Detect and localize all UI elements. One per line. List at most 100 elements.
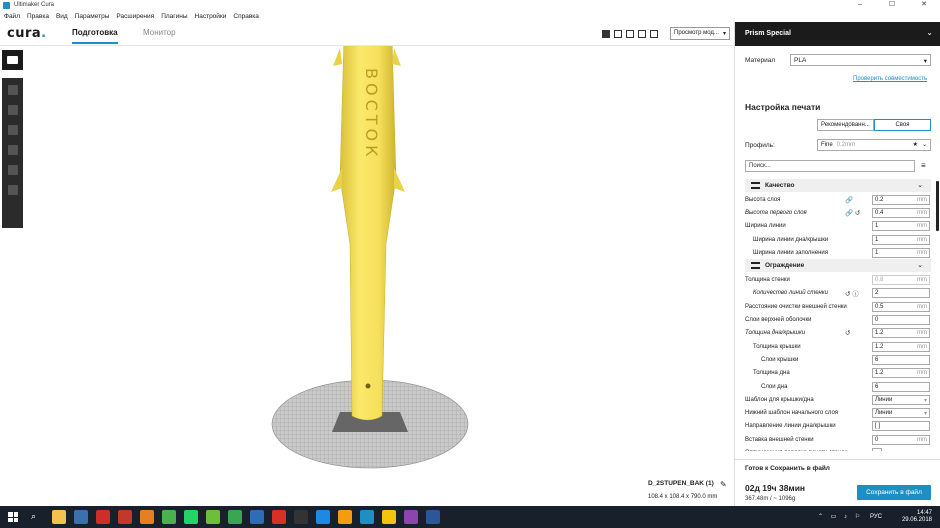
setting-action-icons[interactable]: ↺ ⓘ xyxy=(845,288,859,298)
menu-file[interactable]: Файл xyxy=(4,13,20,20)
3d-viewport[interactable]: ВОСТОК xyxy=(24,46,734,506)
setting-value-input[interactable]: 0.5 mm xyxy=(872,301,930,312)
open-file-button[interactable] xyxy=(2,50,23,70)
scale-tool-icon[interactable] xyxy=(7,105,18,115)
rotate-tool-icon[interactable] xyxy=(7,125,18,135)
view-top-icon[interactable] xyxy=(626,30,634,38)
setting-value-input[interactable]: 1.2 mm xyxy=(872,328,930,339)
setting-checkbox[interactable] xyxy=(872,447,882,451)
setting-label: Толщина стенки xyxy=(745,277,790,284)
whatsapp-app-icon[interactable] xyxy=(184,510,198,524)
setting-value-input[interactable]: 1 mm xyxy=(872,221,930,232)
app12-app-icon[interactable] xyxy=(294,510,308,524)
menu-edit[interactable]: Правка xyxy=(27,13,49,20)
setting-value-input[interactable]: [ ] xyxy=(872,421,930,432)
app13-app-icon[interactable] xyxy=(316,510,330,524)
category-header[interactable]: Качество ⌄ xyxy=(745,179,931,192)
setting-action-icons[interactable]: ↺ xyxy=(845,329,850,337)
search-icon[interactable]: ⌕ xyxy=(31,511,36,522)
setting-action-icons[interactable]: 🔗 ↺ xyxy=(845,209,860,217)
acrobat-app-icon[interactable] xyxy=(272,510,286,524)
setting-value-input[interactable]: 0.8 mm xyxy=(872,275,930,286)
app8-app-icon[interactable] xyxy=(206,510,220,524)
minimize-button[interactable]: – xyxy=(844,0,876,10)
material-select[interactable]: PLA ▾ xyxy=(790,54,931,66)
profile-label: Профиль: xyxy=(745,142,775,149)
setting-value-input[interactable]: 1.2 mm xyxy=(872,368,930,379)
support-blocker-icon[interactable] xyxy=(7,185,18,195)
edit-name-icon[interactable]: ✎ xyxy=(720,480,727,489)
setting-value-input[interactable]: 2 xyxy=(872,288,930,299)
menu-extensions[interactable]: Расширения xyxy=(116,13,154,20)
printer-selector[interactable]: Prism Special ⌄ xyxy=(735,22,940,46)
scrollbar-thumb[interactable] xyxy=(936,181,939,231)
chevron-down-icon: ⌄ xyxy=(926,28,933,37)
chrome-app-icon[interactable] xyxy=(162,510,176,524)
app10-app-icon[interactable] xyxy=(250,510,264,524)
model-fin-right-top xyxy=(392,48,401,66)
chevron-down-icon: ⌄ xyxy=(917,182,923,189)
close-button[interactable]: ✕ xyxy=(908,0,940,10)
setting-value-input[interactable]: 6 xyxy=(872,381,930,392)
menu-parameters[interactable]: Параметры xyxy=(75,13,110,20)
tray-icons[interactable]: ⌃ ▭ ♪ ⚐ xyxy=(818,513,863,520)
setting-value-input[interactable]: 1.2 mm xyxy=(872,341,930,352)
setting-action-icons[interactable]: 🔗 xyxy=(845,196,853,204)
profile-select[interactable]: Fine 0.2mm ★ ⌄ xyxy=(817,139,931,151)
settings-search-input[interactable]: Поиск... xyxy=(745,160,915,172)
view-left-icon[interactable] xyxy=(638,30,646,38)
windows-start-icon[interactable] xyxy=(8,512,18,522)
menu-help[interactable]: Справка xyxy=(233,13,259,20)
app16-app-icon[interactable] xyxy=(382,510,396,524)
setting-row: Толщина стенки 0.8 mm xyxy=(745,273,931,286)
menu-plugins[interactable]: Плагины xyxy=(161,13,187,20)
app14-app-icon[interactable] xyxy=(338,510,352,524)
setting-value-input[interactable]: Линии ▾ xyxy=(872,408,930,419)
printer-name: Prism Special xyxy=(745,30,791,37)
tab-prepare[interactable]: Подготовка xyxy=(72,28,118,44)
setting-value-input[interactable]: 0.2 mm xyxy=(872,194,930,205)
app2-app-icon[interactable] xyxy=(74,510,88,524)
mirror-tool-icon[interactable] xyxy=(7,145,18,155)
setting-value-input[interactable]: 1 mm xyxy=(872,247,930,258)
clock[interactable]: 14:47 29.06.2018 xyxy=(902,510,932,524)
view-3d-icon[interactable] xyxy=(602,30,610,38)
category-header[interactable]: Ограждение ⌄ xyxy=(745,259,931,273)
setting-value-input[interactable]: 0 mm xyxy=(872,434,930,445)
mode-recommended-button[interactable]: Рекомендованн... xyxy=(817,119,874,131)
view-front-icon[interactable] xyxy=(614,30,622,38)
setting-value-input[interactable]: 0 xyxy=(872,315,930,326)
move-tool-icon[interactable] xyxy=(7,85,18,95)
setting-label: Толщина дна xyxy=(753,370,790,377)
settings-scrollbar[interactable] xyxy=(936,179,939,451)
view-mode-select[interactable]: Просмотр мод... ▾ xyxy=(670,27,730,40)
model-engraved-text: ВОСТОК xyxy=(362,68,381,160)
word-app-icon[interactable] xyxy=(426,510,440,524)
illustrator-app-icon[interactable] xyxy=(96,510,110,524)
per-model-settings-icon[interactable] xyxy=(7,165,18,175)
category-label: Качество xyxy=(765,182,795,189)
app17-app-icon[interactable] xyxy=(404,510,418,524)
tab-monitor[interactable]: Монитор xyxy=(143,28,176,37)
setting-value-input[interactable]: Линии ▾ xyxy=(872,394,930,405)
setting-value-input[interactable]: 1 mm xyxy=(872,234,930,245)
menu-view[interactable]: Вид xyxy=(56,13,68,20)
acad-app-icon[interactable] xyxy=(118,510,132,524)
check-compatibility-link[interactable]: Проверить совместимость xyxy=(853,76,927,82)
window-title: Ultimaker Cura xyxy=(14,2,55,8)
star-icon[interactable]: ★ xyxy=(913,141,918,148)
setting-value-input[interactable]: 6 xyxy=(872,354,930,365)
maximize-button[interactable]: ☐ xyxy=(876,0,908,10)
setting-value-input[interactable]: 0.4 mm xyxy=(872,207,930,218)
cura-app-icon[interactable] xyxy=(360,510,374,524)
menu-settings[interactable]: Настройки xyxy=(195,13,227,20)
settings-menu-icon[interactable]: ≡ xyxy=(921,161,926,170)
save-to-file-button[interactable]: Сохранить в файл xyxy=(857,485,931,500)
mode-custom-button[interactable]: Своя xyxy=(874,119,931,131)
language-indicator[interactable]: РУС xyxy=(870,514,882,520)
divider xyxy=(735,459,940,460)
app9-app-icon[interactable] xyxy=(228,510,242,524)
app5-app-icon[interactable] xyxy=(140,510,154,524)
explorer-app-icon[interactable] xyxy=(52,510,66,524)
view-right-icon[interactable] xyxy=(650,30,658,38)
